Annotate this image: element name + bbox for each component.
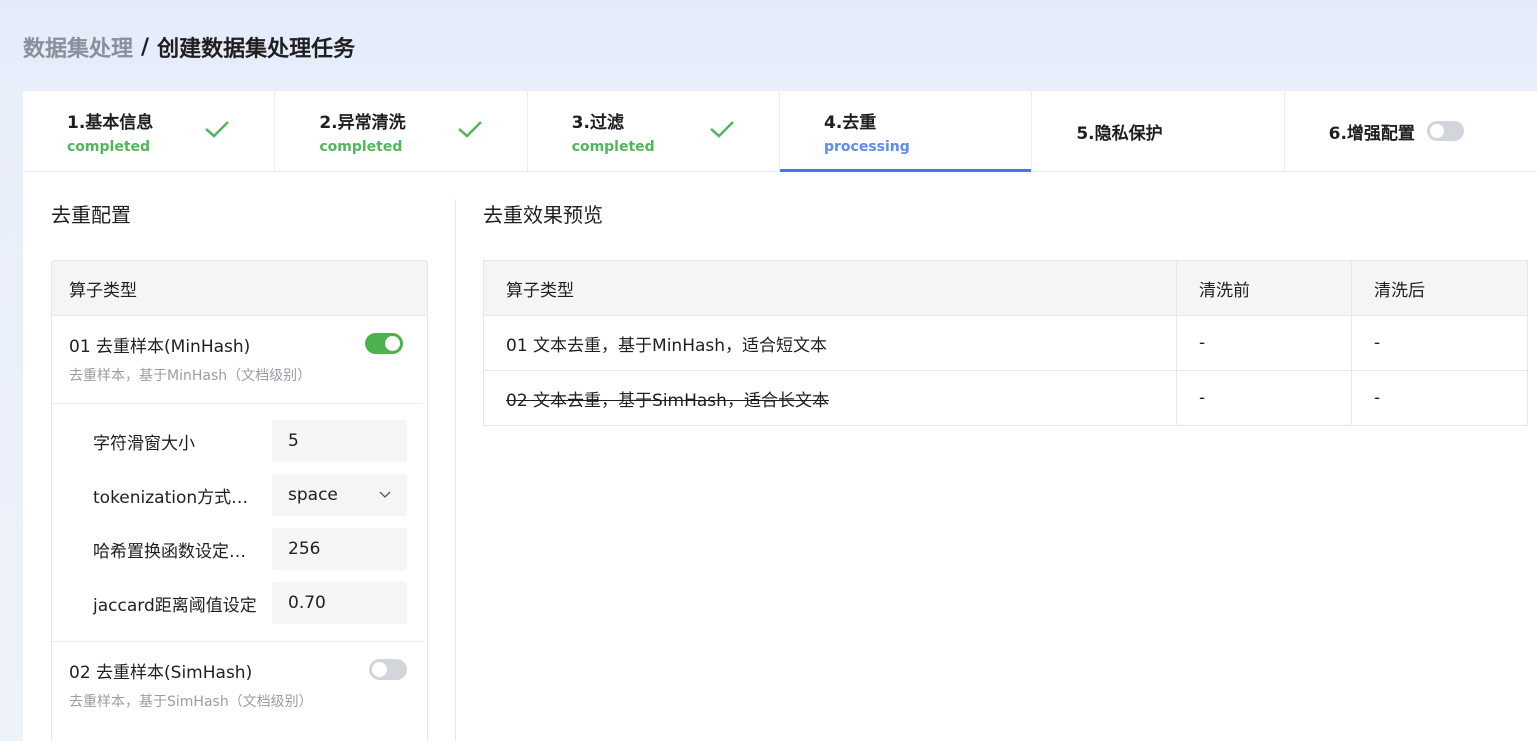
step-anomaly-cleaning[interactable]: 2.异常清洗 completed	[275, 91, 528, 171]
minhash-params: 字符滑窗大小 5 tokenization方式设定 space 哈希置换函数设定…	[52, 404, 423, 642]
column-header: 清洗前	[1176, 260, 1352, 316]
operator-desc: 去重样本，基于MinHash（文档级别）	[69, 368, 312, 384]
step-title: 3.过滤	[571, 112, 624, 133]
param-row: tokenization方式设定 space	[93, 474, 423, 516]
step-status: processing	[823, 138, 910, 155]
step-basic-info[interactable]: 1.基本信息 completed	[23, 91, 276, 171]
hash-perm-input[interactable]: 256	[272, 528, 407, 570]
step-status: completed	[319, 138, 403, 155]
operator-desc: 去重样本，基于SimHash（文档级别）	[69, 694, 313, 710]
table-cell: -	[1351, 370, 1528, 426]
section-title: 去重效果预览	[483, 203, 603, 227]
step-title: 1.基本信息	[67, 112, 154, 133]
param-row: 字符滑窗大小 5	[93, 420, 423, 462]
param-label: 字符滑窗大小	[93, 433, 195, 454]
table-header-row: 算子类型 清洗前 清洗后	[483, 260, 1528, 316]
step-status: completed	[571, 138, 655, 155]
param-row: jaccard距离阈值设定 0.70	[93, 582, 423, 624]
simhash-toggle[interactable]	[369, 659, 407, 680]
param-label: tokenization方式设定	[93, 487, 266, 508]
step-title: 5.隐私保护	[1076, 123, 1163, 144]
section-divider	[455, 199, 456, 741]
table-cell: -	[1176, 315, 1352, 371]
step-title: 4.去重	[823, 112, 877, 133]
steps-bar: 1.基本信息 completed 2.异常清洗 completed 3.过滤 c…	[23, 91, 1537, 172]
step-privacy[interactable]: 5.隐私保护	[1032, 91, 1285, 171]
table-row: 02 文本去重，基于SimHash，适合长文本 - -	[483, 370, 1528, 426]
chevron-down-icon	[379, 491, 391, 498]
step-status: completed	[67, 138, 151, 155]
dedup-preview-section: 去重效果预览 算子类型 清洗前 清洗后 01 文本去重，基于MinHash，适合…	[483, 199, 1528, 426]
operator-name: 02 去重样本(SimHash)	[69, 663, 253, 683]
page-title: 创建数据集处理任务	[157, 37, 356, 62]
param-label: 哈希置换函数设定数量	[93, 541, 263, 562]
operator-list-header: 算子类型	[52, 261, 427, 316]
step-title: 2.异常清洗	[319, 112, 406, 133]
table-cell: -	[1176, 370, 1352, 426]
param-label: jaccard距离阈值设定	[93, 595, 257, 616]
check-icon	[457, 121, 482, 138]
step-title: 6.增强配置	[1328, 123, 1415, 144]
step-dedup[interactable]: 4.去重 processing	[779, 91, 1033, 172]
window-size-input[interactable]: 5	[272, 420, 407, 462]
breadcrumb: 数据集处理 / 创建数据集处理任务	[23, 30, 355, 64]
column-header: 清洗后	[1351, 260, 1528, 316]
param-row: 哈希置换函数设定数量 256	[93, 528, 423, 570]
check-icon	[710, 121, 734, 138]
operator-minhash: 01 去重样本(MinHash) 去重样本，基于MinHash（文档级别）	[52, 316, 423, 404]
check-icon	[205, 121, 230, 138]
step-filter[interactable]: 3.过滤 completed	[528, 91, 780, 171]
jaccard-threshold-input[interactable]: 0.70	[272, 582, 407, 624]
step-augment-config[interactable]: 6.增强配置	[1285, 91, 1537, 171]
breadcrumb-separator: /	[141, 34, 150, 60]
main-panel: 1.基本信息 completed 2.异常清洗 completed 3.过滤 c…	[23, 91, 1537, 741]
table-cell: 01 文本去重，基于MinHash，适合短文本	[483, 315, 1177, 371]
minhash-toggle[interactable]	[365, 333, 403, 354]
operator-list: 算子类型 01 去重样本(MinHash) 去重样本，基于MinHash（文档级…	[51, 260, 428, 741]
augment-toggle[interactable]	[1426, 121, 1464, 141]
table-cell: 02 文本去重，基于SimHash，适合长文本	[483, 370, 1177, 426]
preview-table: 算子类型 清洗前 清洗后 01 文本去重，基于MinHash，适合短文本 - -…	[483, 260, 1528, 426]
breadcrumb-parent-link[interactable]: 数据集处理	[23, 31, 133, 63]
tokenization-select[interactable]: space	[272, 474, 407, 516]
operator-simhash: 02 去重样本(SimHash) 去重样本，基于SimHash（文档级别）	[52, 642, 427, 711]
table-cell: -	[1351, 315, 1528, 371]
select-value: space	[288, 485, 338, 505]
section-title: 去重配置	[51, 203, 131, 227]
column-header: 算子类型	[483, 260, 1177, 316]
table-row: 01 文本去重，基于MinHash，适合短文本 - -	[483, 315, 1528, 371]
dedup-config-section: 去重配置 算子类型 01 去重样本(MinHash) 去重样本，基于MinHas…	[51, 199, 428, 741]
operator-name: 01 去重样本(MinHash)	[69, 337, 251, 357]
